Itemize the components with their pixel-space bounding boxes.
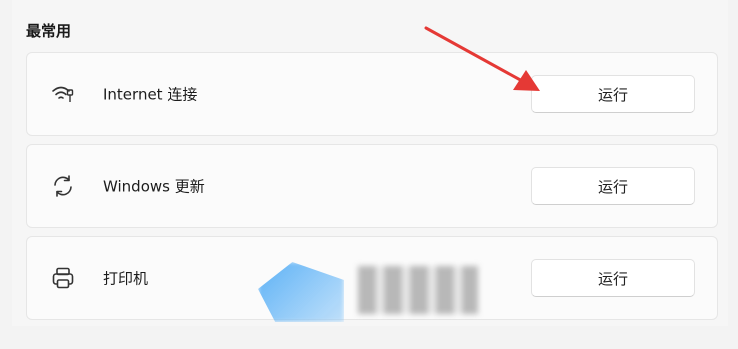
troubleshooter-label: 打印机: [103, 269, 149, 288]
wifi-icon: [49, 80, 77, 108]
run-button-windows-update[interactable]: 运行: [531, 167, 695, 205]
troubleshooter-label: Windows 更新: [103, 177, 205, 196]
troubleshooter-label: Internet 连接: [103, 85, 198, 104]
troubleshooter-card-printer: 打印机 运行: [26, 236, 718, 320]
troubleshooter-card-internet: Internet 连接 运行: [26, 52, 718, 136]
run-button-internet[interactable]: 运行: [531, 75, 695, 113]
printer-icon: [49, 264, 77, 292]
section-title: 最常用: [26, 22, 72, 40]
troubleshooter-card-windows-update: Windows 更新 运行: [26, 144, 718, 228]
run-button-printer[interactable]: 运行: [531, 259, 695, 297]
refresh-icon: [49, 172, 77, 200]
